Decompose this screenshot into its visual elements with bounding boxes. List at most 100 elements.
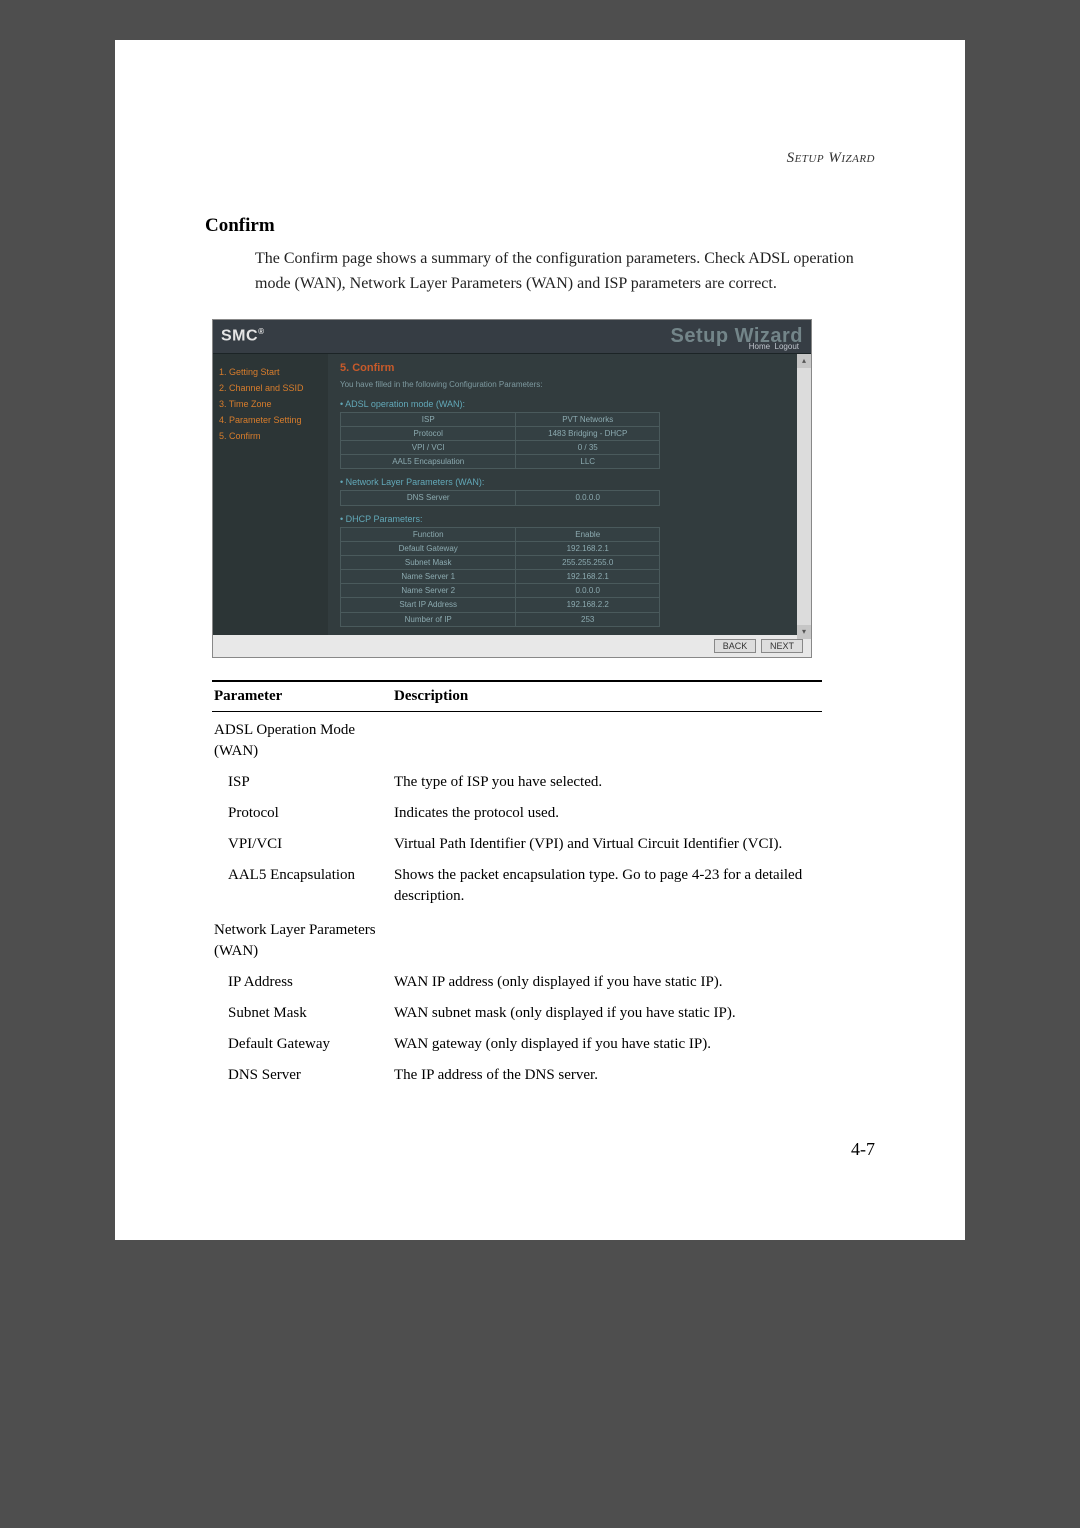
cell: Subnet Mask: [341, 555, 516, 569]
cell: 0 / 35: [516, 440, 660, 454]
param-name: Protocol: [212, 798, 392, 829]
next-button[interactable]: NEXT: [761, 639, 803, 653]
param-row: IP AddressWAN IP address (only displayed…: [212, 967, 822, 998]
cell: VPI / VCI: [341, 440, 516, 454]
table-row: Number of IP253: [341, 612, 660, 626]
param-desc: WAN IP address (only displayed if you ha…: [392, 967, 822, 998]
col-parameter: Parameter: [212, 681, 392, 712]
sidebar-item[interactable]: 3. Time Zone: [219, 396, 322, 412]
logo-suffix: ®: [258, 327, 264, 336]
cell: Name Server 2: [341, 584, 516, 598]
cell: AAL5 Encapsulation: [341, 455, 516, 469]
page-number: 4-7: [205, 1139, 875, 1160]
scroll-up-icon[interactable]: ▴: [797, 354, 811, 368]
table-row: Protocol1483 Bridging - DHCP: [341, 426, 660, 440]
scroll-down-icon[interactable]: ▾: [797, 625, 811, 639]
sidebar-item[interactable]: 2. Channel and SSID: [219, 380, 322, 396]
cell: Function: [341, 527, 516, 541]
cell: Enable: [516, 527, 660, 541]
table-row: AAL5 EncapsulationLLC: [341, 455, 660, 469]
cell: DNS Server: [341, 491, 516, 505]
param-row: DNS ServerThe IP address of the DNS serv…: [212, 1060, 822, 1091]
param-name: Network Layer Parameters (WAN): [212, 912, 392, 967]
param-group-row: ADSL Operation Mode (WAN): [212, 711, 822, 767]
screenshot-body: 1. Getting Start2. Channel and SSID3. Ti…: [213, 354, 811, 635]
param-row: AAL5 EncapsulationShows the packet encap…: [212, 860, 822, 912]
screenshot-topbar: SMC® Setup Wizard: [213, 320, 811, 354]
table-row: DNS Server0.0.0.0: [341, 491, 660, 505]
logo-text: SMC: [221, 327, 258, 344]
param-desc: WAN subnet mask (only displayed if you h…: [392, 998, 822, 1029]
param-group-row: Network Layer Parameters (WAN): [212, 912, 822, 967]
table-row: Default Gateway192.168.2.1: [341, 541, 660, 555]
table-row: FunctionEnable: [341, 527, 660, 541]
cell: 192.168.2.1: [516, 541, 660, 555]
cell: 192.168.2.2: [516, 598, 660, 612]
param-desc: WAN gateway (only displayed if you have …: [392, 1029, 822, 1060]
param-desc: [392, 711, 822, 767]
sidebar-item[interactable]: 1. Getting Start: [219, 364, 322, 380]
table-row: VPI / VCI0 / 35: [341, 440, 660, 454]
network-layer-table: DNS Server0.0.0.0: [340, 490, 660, 505]
scrollbar[interactable]: ▴ ▾: [797, 354, 811, 639]
wizard-main: 5. Confirm You have filled in the follow…: [328, 354, 811, 635]
cell: 255.255.255.0: [516, 555, 660, 569]
logout-link[interactable]: Logout: [775, 342, 799, 351]
embedded-screenshot: SMC® Setup Wizard Home Logout 1. Getting…: [212, 319, 812, 658]
network-layer-heading: • Network Layer Parameters (WAN):: [340, 477, 799, 487]
param-desc: [392, 912, 822, 967]
param-row: Default GatewayWAN gateway (only display…: [212, 1029, 822, 1060]
sidebar-item[interactable]: 5. Confirm: [219, 428, 322, 444]
param-desc: The type of ISP you have selected.: [392, 767, 822, 798]
table-row: Subnet Mask255.255.255.0: [341, 555, 660, 569]
param-desc: Virtual Path Identifier (VPI) and Virtua…: [392, 829, 822, 860]
param-row: ProtocolIndicates the protocol used.: [212, 798, 822, 829]
param-desc: Shows the packet encapsulation type. Go …: [392, 860, 822, 912]
wizard-footer: BACK NEXT: [213, 635, 811, 657]
param-desc: Indicates the protocol used.: [392, 798, 822, 829]
table-row: Name Server 1192.168.2.1: [341, 570, 660, 584]
cell: PVT Networks: [516, 412, 660, 426]
param-name: ISP: [212, 767, 392, 798]
back-button[interactable]: BACK: [714, 639, 757, 653]
cell: Default Gateway: [341, 541, 516, 555]
table-row: Name Server 20.0.0.0: [341, 584, 660, 598]
cell: Protocol: [341, 426, 516, 440]
intro-paragraph: The Confirm page shows a summary of the …: [255, 247, 875, 297]
dhcp-table: FunctionEnableDefault Gateway192.168.2.1…: [340, 527, 660, 627]
param-name: Default Gateway: [212, 1029, 392, 1060]
parameter-table: Parameter Description ADSL Operation Mod…: [212, 680, 822, 1091]
param-name: IP Address: [212, 967, 392, 998]
table-row: Start IP Address192.168.2.2: [341, 598, 660, 612]
sidebar-item[interactable]: 4. Parameter Setting: [219, 412, 322, 428]
table-row: ISPPVT Networks: [341, 412, 660, 426]
cell: 0.0.0.0: [516, 584, 660, 598]
param-name: AAL5 Encapsulation: [212, 860, 392, 912]
section-title: Confirm: [205, 215, 875, 237]
cell: Start IP Address: [341, 598, 516, 612]
adsl-mode-heading: • ADSL operation mode (WAN):: [340, 399, 799, 409]
cell: 192.168.2.1: [516, 570, 660, 584]
param-name: Subnet Mask: [212, 998, 392, 1029]
confirm-heading: 5. Confirm: [340, 362, 799, 374]
param-row: VPI/VCIVirtual Path Identifier (VPI) and…: [212, 829, 822, 860]
document-page: Setup Wizard Confirm The Confirm page sh…: [115, 40, 965, 1240]
param-row: Subnet MaskWAN subnet mask (only display…: [212, 998, 822, 1029]
wizard-sidebar: 1. Getting Start2. Channel and SSID3. Ti…: [213, 354, 328, 635]
adsl-mode-table: ISPPVT NetworksProtocol1483 Bridging - D…: [340, 412, 660, 470]
cell: 1483 Bridging - DHCP: [516, 426, 660, 440]
confirm-subtext: You have filled in the following Configu…: [340, 380, 799, 389]
param-desc: The IP address of the DNS server.: [392, 1060, 822, 1091]
cell: 0.0.0.0: [516, 491, 660, 505]
cell: Number of IP: [341, 612, 516, 626]
param-name: VPI/VCI: [212, 829, 392, 860]
top-links: Home Logout: [749, 342, 799, 351]
param-name: DNS Server: [212, 1060, 392, 1091]
param-row: ISPThe type of ISP you have selected.: [212, 767, 822, 798]
cell: ISP: [341, 412, 516, 426]
cell: 253: [516, 612, 660, 626]
home-link[interactable]: Home: [749, 342, 770, 351]
cell: Name Server 1: [341, 570, 516, 584]
dhcp-heading: • DHCP Parameters:: [340, 514, 799, 524]
col-description: Description: [392, 681, 822, 712]
